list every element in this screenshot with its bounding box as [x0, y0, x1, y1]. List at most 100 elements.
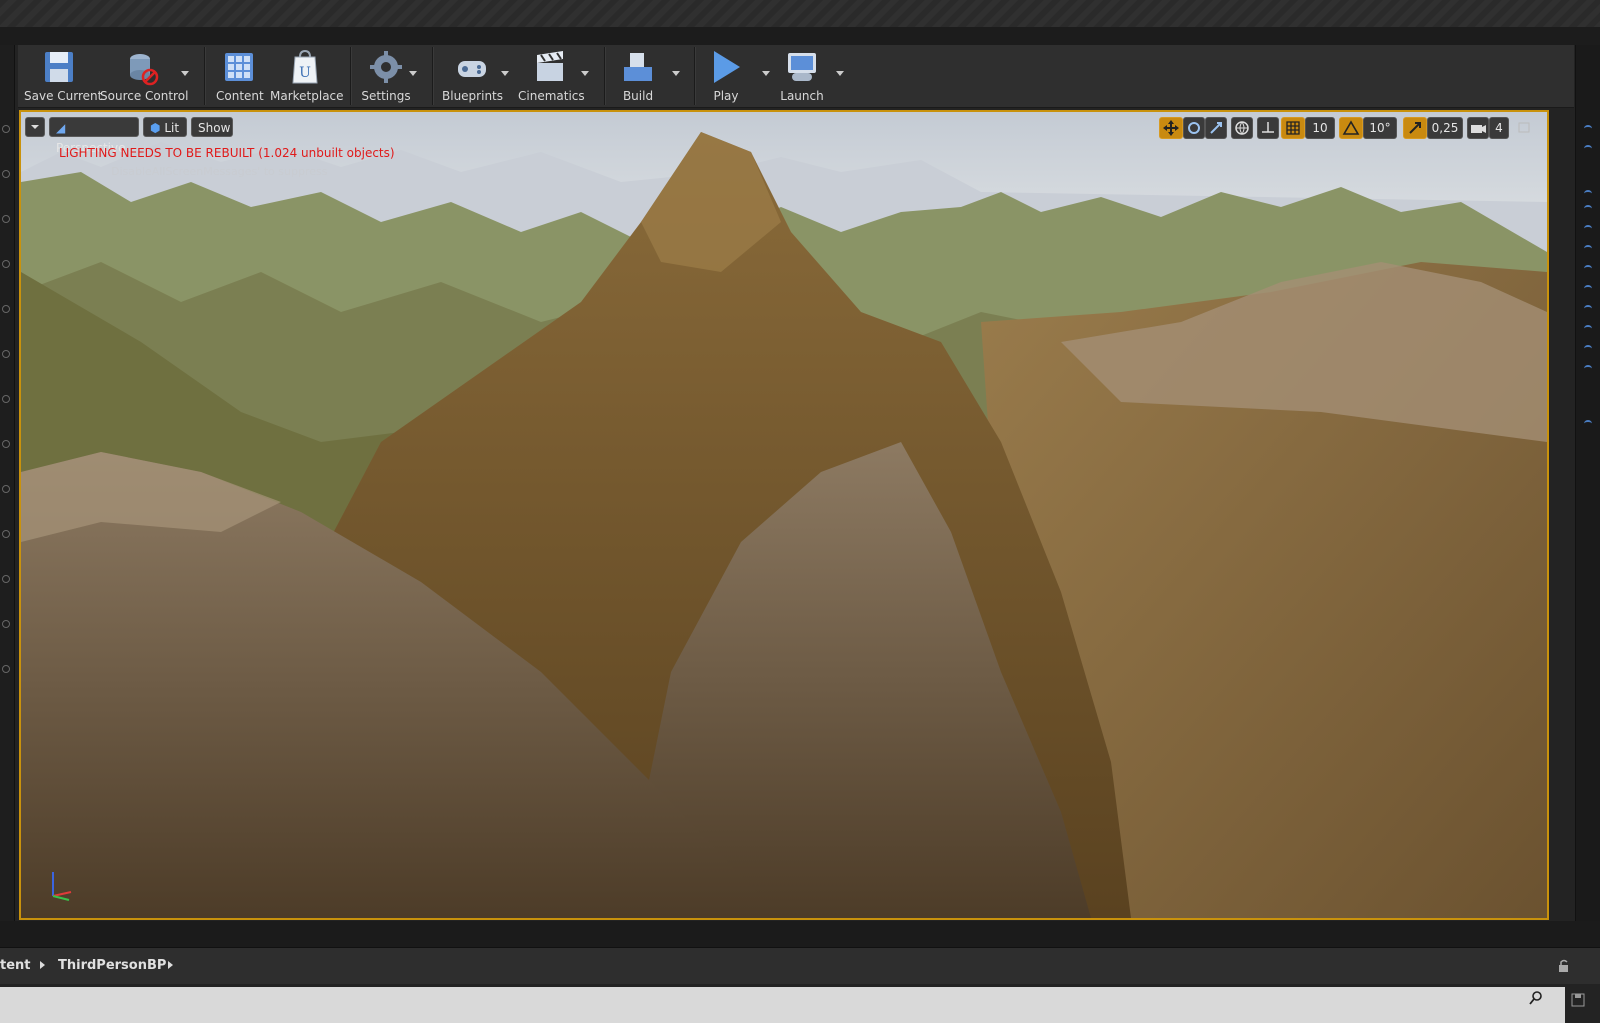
breadcrumb: tent ThirdPersonBP: [0, 947, 1600, 984]
toolbar-separator: [432, 47, 433, 105]
scale-snap-toggle[interactable]: [1403, 117, 1427, 139]
main-toolbar: Save Current Source Control Content U Ma…: [18, 45, 1574, 108]
axis-gizmo-icon: [52, 872, 72, 901]
rotation-snap-value[interactable]: 10°: [1363, 117, 1397, 139]
panel-tick: [2, 260, 10, 268]
maximize-icon: [1518, 122, 1530, 133]
camera-speed-button[interactable]: [1467, 117, 1489, 139]
content-button[interactable]: Content: [216, 48, 264, 104]
breadcrumb-arrow-icon[interactable]: [40, 961, 45, 969]
marketplace-button[interactable]: U Marketplace: [270, 48, 344, 104]
splitter-bar[interactable]: [0, 921, 1600, 947]
panel-tick[interactable]: [1584, 285, 1592, 292]
save-current-button[interactable]: Save Current: [24, 48, 103, 104]
panel-tick: [2, 665, 10, 673]
panel-tick[interactable]: [1584, 190, 1592, 197]
panel-tick[interactable]: [1584, 305, 1592, 312]
breadcrumb-item-content[interactable]: tent: [0, 958, 31, 973]
rotation-snap-toggle[interactable]: [1339, 117, 1363, 139]
panel-tick[interactable]: [1584, 365, 1592, 372]
breadcrumb-item-thirdpersonbp[interactable]: ThirdPersonBP: [58, 958, 166, 973]
show-label: Show: [198, 121, 231, 135]
source-control-button[interactable]: Source Control: [100, 48, 188, 104]
toolbar-label: Content: [216, 89, 264, 103]
rotate-icon: [1188, 122, 1200, 134]
build-dropdown[interactable]: [672, 71, 680, 76]
toolbar-separator: [350, 47, 351, 105]
scale-icon: [1210, 122, 1222, 134]
chevron-down-icon: [31, 125, 39, 129]
perspective-button[interactable]: ◢ Perspective: [49, 117, 139, 155]
grid-icon: [1286, 121, 1300, 135]
search-input[interactable]: [0, 987, 1565, 1023]
panel-tick[interactable]: [1584, 325, 1592, 332]
play-dropdown[interactable]: [762, 71, 770, 76]
panel-tick[interactable]: [1584, 345, 1592, 352]
tab-strip: [0, 27, 1600, 45]
breadcrumb-arrow-icon[interactable]: [168, 961, 173, 969]
panel-tick: [2, 170, 10, 178]
maximize-viewport-button[interactable]: [1515, 117, 1533, 139]
scale-tool[interactable]: [1205, 117, 1227, 139]
panel-tick[interactable]: [1584, 205, 1592, 212]
blueprints-icon: [458, 61, 486, 77]
toolbar-separator: [694, 47, 695, 105]
panel-tick[interactable]: [1584, 145, 1592, 152]
panel-tick[interactable]: [1584, 420, 1592, 427]
level-viewport[interactable]: ◢ Perspective ⬢ Lit Show LIGHTING NEEDS …: [19, 110, 1549, 920]
panel-tick[interactable]: [1584, 245, 1592, 252]
cinematics-button[interactable]: Cinematics: [518, 48, 585, 104]
toolbar-label: Cinematics: [518, 89, 585, 103]
grid-snap-value[interactable]: 10: [1305, 117, 1335, 139]
lit-icon: ⬢: [150, 121, 161, 135]
rotate-tool[interactable]: [1183, 117, 1205, 139]
terrain-scene: [21, 112, 1547, 918]
toolbar-separator: [604, 47, 605, 105]
build-icon: [624, 53, 652, 81]
panel-tick: [2, 485, 10, 493]
transform-toolbar: 10 10° 0,25 4: [1159, 117, 1539, 139]
surface-snap-toggle[interactable]: [1257, 117, 1279, 139]
settings-button[interactable]: Settings: [360, 48, 412, 104]
blueprints-dropdown[interactable]: [501, 71, 509, 76]
save-icon: [45, 52, 73, 82]
perspective-icon: ◢: [56, 121, 66, 135]
cinematics-icon: [537, 51, 563, 81]
save-search-icon[interactable]: [1570, 992, 1586, 1008]
angle-icon: [1342, 120, 1360, 135]
scale-snap-icon: [1409, 122, 1421, 134]
launch-dropdown[interactable]: [836, 71, 844, 76]
content-icon: [225, 53, 253, 81]
world-space-toggle[interactable]: [1231, 117, 1253, 139]
translate-tool[interactable]: [1159, 117, 1183, 139]
viewport-options-button[interactable]: [25, 117, 45, 137]
move-icon: [1163, 120, 1179, 136]
build-button[interactable]: Build: [616, 48, 660, 104]
camera-speed-value[interactable]: 4: [1489, 117, 1509, 139]
lit-button[interactable]: ⬢ Lit: [143, 117, 187, 137]
panel-tick[interactable]: [1584, 265, 1592, 272]
panel-tick[interactable]: [1584, 225, 1592, 232]
launch-button[interactable]: Launch: [776, 48, 828, 104]
right-panel-strip: [1575, 45, 1600, 938]
cinematics-dropdown[interactable]: [581, 71, 589, 76]
svg-text:U: U: [299, 65, 311, 81]
search-icon[interactable]: [1528, 990, 1544, 1006]
panel-tick[interactable]: [1584, 125, 1592, 132]
settings-dropdown[interactable]: [409, 71, 417, 76]
left-panel-strip: [0, 45, 15, 938]
globe-icon: [1235, 121, 1249, 135]
blueprints-button[interactable]: Blueprints: [442, 48, 503, 104]
show-button[interactable]: Show: [191, 117, 233, 137]
source-control-dropdown[interactable]: [181, 71, 189, 76]
lit-mode-label: Lit: [164, 121, 180, 135]
lock-icon[interactable]: [1556, 958, 1572, 974]
panel-tick: [2, 530, 10, 538]
toolbar-label: Marketplace: [270, 89, 344, 103]
title-bar: [0, 0, 1600, 28]
marketplace-icon: U: [292, 49, 318, 84]
grid-snap-toggle[interactable]: [1281, 117, 1305, 139]
play-button[interactable]: Play: [704, 48, 748, 104]
toolbar-label: Save Current: [24, 89, 103, 103]
scale-snap-value[interactable]: 0,25: [1427, 117, 1463, 139]
